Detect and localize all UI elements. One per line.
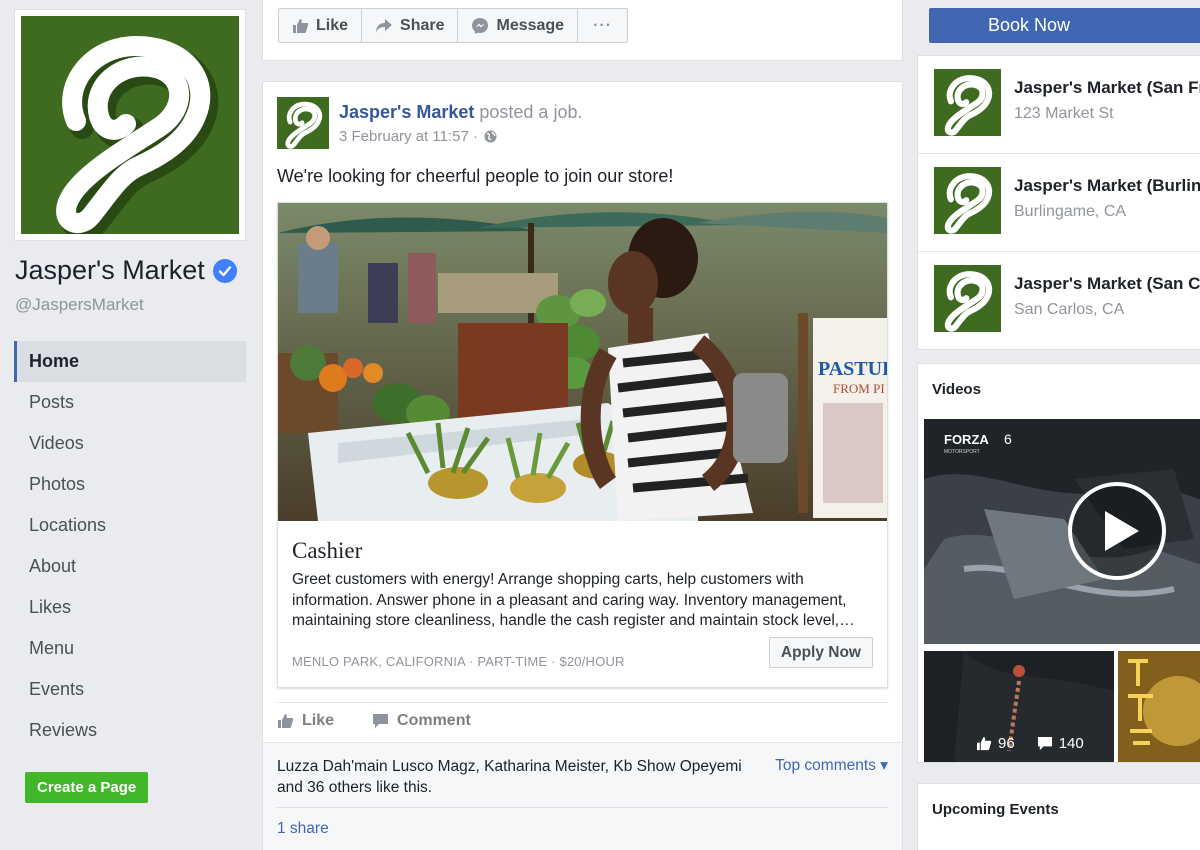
video-like-count: 96	[998, 735, 1015, 752]
share-arrow-icon	[376, 18, 393, 33]
location-item[interactable]: Jasper's Market (Burlin Burlingame, CA	[918, 154, 1200, 252]
post-header: Jasper's Market posted a job.	[339, 102, 582, 123]
nav-item-reviews[interactable]: Reviews	[14, 710, 246, 751]
comment-icon	[1037, 736, 1052, 751]
nav-item-home[interactable]: Home	[14, 341, 246, 382]
location-name: Jasper's Market (San Fr	[1014, 78, 1200, 97]
post-comment-label: Comment	[397, 712, 471, 729]
globe-icon	[484, 130, 497, 143]
video-stats: 96 140	[976, 735, 1106, 752]
location-address: Burlingame, CA	[1014, 203, 1127, 220]
featured-video[interactable]: FORZA 6 MOTORSPORT	[924, 419, 1200, 644]
nav-item-videos[interactable]: Videos	[14, 423, 246, 464]
create-page-button[interactable]: Create a Page	[25, 772, 149, 803]
post-feedback-area: Luzza Dah'main Lusco Magz, Katharina Mei…	[263, 742, 902, 850]
location-address: San Carlos, CA	[1014, 301, 1125, 318]
job-photo: PASTUR FROM PI	[278, 203, 887, 521]
likes-summary[interactable]: Luzza Dah'main Lusco Magz, Katharina Mei…	[277, 756, 757, 798]
location-item[interactable]: Jasper's Market (San Fr 123 Market St	[918, 56, 1200, 154]
job-meta: MENLO PARK, CALIFORNIA · PART-TIME · $20…	[292, 654, 625, 669]
shares-link[interactable]: 1 share	[277, 820, 329, 838]
videos-box: Videos FORZA 6 MOTORSPORT 96 140	[917, 363, 1200, 763]
video-brand-num: 6	[1004, 431, 1012, 447]
feedback-divider	[277, 807, 888, 808]
apply-now-button[interactable]: Apply Now	[768, 637, 873, 668]
page-nav: Home Posts Videos Photos Locations About…	[14, 341, 246, 751]
page-title: Jasper's Market	[15, 255, 237, 286]
left-column: Jasper's Market @JaspersMarket Home Post…	[0, 0, 262, 850]
page-action-bar: Like Share Message ···	[262, 0, 903, 61]
page-name-text: Jasper's Market	[15, 255, 205, 285]
top-comments-dropdown[interactable]: Top comments ▾	[775, 756, 888, 775]
locations-box: Jasper's Market (San Fr 123 Market St Ja…	[917, 55, 1200, 350]
video-thumbnail[interactable]: 96 140	[924, 651, 1114, 762]
post-actions: Like Comment	[277, 712, 509, 730]
share-page-button[interactable]: Share	[361, 8, 459, 43]
jaspers-logo	[21, 16, 239, 234]
video-comment-count: 140	[1058, 735, 1084, 752]
share-page-label: Share	[400, 16, 445, 34]
more-dots-icon: ···	[593, 16, 613, 34]
nav-item-events[interactable]: Events	[14, 669, 246, 710]
job-title: Cashier	[292, 538, 363, 563]
photo-sign-text-2: FROM PI	[833, 381, 885, 396]
events-title[interactable]: Upcoming Events	[932, 801, 1059, 818]
post-like-button[interactable]: Like	[277, 712, 334, 730]
videos-title[interactable]: Videos	[932, 381, 981, 398]
verified-badge-icon	[212, 258, 237, 283]
nav-item-menu[interactable]: Menu	[14, 628, 246, 669]
video-brand-text: FORZA	[944, 432, 989, 447]
nav-item-locations[interactable]: Locations	[14, 505, 246, 546]
message-button[interactable]: Message	[457, 8, 579, 43]
post-comment-button[interactable]: Comment	[372, 712, 471, 730]
more-options-button[interactable]: ···	[577, 8, 629, 43]
post-message: We're looking for cheerful people to joi…	[277, 166, 674, 186]
job-card[interactable]: PASTUR FROM PI Cashier Greet customers w…	[277, 202, 888, 688]
nav-item-about[interactable]: About	[14, 546, 246, 587]
location-name: Jasper's Market (Burlin	[1014, 176, 1200, 195]
thumbs-up-icon	[278, 714, 294, 728]
location-thumbnail	[934, 167, 1001, 234]
job-description: Greet customers with energy! Arrange sho…	[292, 571, 855, 629]
book-now-button[interactable]: Book Now	[929, 8, 1200, 43]
comment-icon	[373, 714, 389, 728]
messenger-icon	[472, 17, 489, 34]
location-thumbnail	[934, 265, 1001, 332]
message-label: Message	[496, 16, 565, 34]
post-divider	[277, 702, 888, 703]
nav-item-posts[interactable]: Posts	[14, 382, 246, 423]
events-box: Upcoming Events	[917, 783, 1200, 850]
thumbs-up-icon	[293, 18, 309, 33]
video-brand-sub: MOTORSPORT	[944, 449, 980, 455]
post-verb: posted a job.	[479, 102, 583, 122]
video-thumbnail[interactable]	[1118, 651, 1200, 762]
profile-picture[interactable]	[14, 9, 246, 241]
post-timestamp[interactable]: 3 February at 11:57 ·	[339, 128, 478, 145]
thumbs-up-icon	[976, 736, 992, 751]
location-thumbnail	[934, 69, 1001, 136]
location-address: 123 Market St	[1014, 105, 1114, 122]
like-page-button[interactable]: Like	[278, 8, 363, 43]
post-meta: 3 February at 11:57 ·	[339, 128, 497, 145]
job-post: Jasper's Market posted a job. 3 February…	[262, 81, 903, 850]
post-author-avatar[interactable]	[277, 97, 329, 149]
like-page-label: Like	[316, 16, 349, 34]
page-handle[interactable]: @JaspersMarket	[15, 295, 144, 315]
post-like-label: Like	[302, 712, 335, 729]
location-item[interactable]: Jasper's Market (San Ca San Carlos, CA	[918, 252, 1200, 350]
nav-item-photos[interactable]: Photos	[14, 464, 246, 505]
play-icon[interactable]	[1067, 481, 1167, 581]
post-author-link[interactable]: Jasper's Market	[339, 102, 474, 122]
location-name: Jasper's Market (San Ca	[1014, 274, 1200, 293]
nav-item-likes[interactable]: Likes	[14, 587, 246, 628]
photo-sign-text: PASTUR	[818, 358, 887, 380]
